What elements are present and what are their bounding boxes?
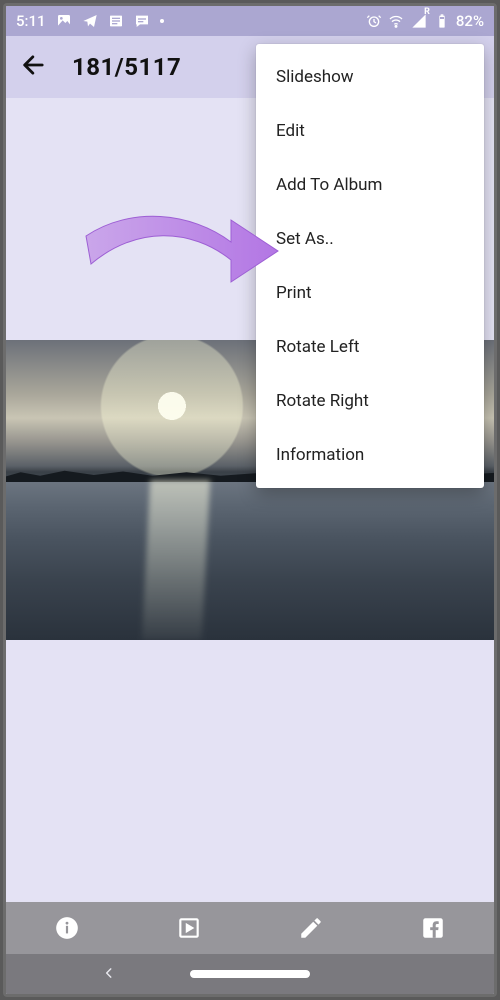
menu-item-information[interactable]: Information: [256, 428, 484, 482]
menu-item-set-as[interactable]: Set As..: [256, 212, 484, 266]
nav-home-pill[interactable]: [190, 970, 310, 978]
info-button[interactable]: [54, 915, 80, 941]
facebook-button[interactable]: [420, 915, 446, 941]
menu-item-print[interactable]: Print: [256, 266, 484, 320]
signal-icon: R: [410, 13, 428, 29]
telegram-icon: [82, 13, 98, 29]
messages-icon: [134, 13, 150, 29]
slideshow-button[interactable]: [176, 915, 202, 941]
device-frame: 5:11 R: [3, 3, 497, 997]
menu-item-add-album[interactable]: Add To Album: [256, 158, 484, 212]
status-time: 5:11: [16, 12, 46, 30]
news-icon: [108, 13, 124, 29]
menu-item-edit[interactable]: Edit: [256, 104, 484, 158]
edit-button[interactable]: [298, 915, 324, 941]
bottom-toolbar: [6, 902, 494, 954]
menu-item-rotate-right[interactable]: Rotate Right: [256, 374, 484, 428]
photo-counter: 181/5117: [72, 53, 181, 81]
battery-percent: 82%: [456, 12, 484, 30]
overflow-menu: Slideshow Edit Add To Album Set As.. Pri…: [256, 44, 484, 488]
battery-icon: [434, 13, 450, 29]
roaming-indicator: R: [424, 7, 430, 17]
image-icon: [56, 13, 72, 29]
alarm-icon: [366, 13, 382, 29]
android-nav-bar: [6, 954, 494, 994]
menu-item-rotate-left[interactable]: Rotate Left: [256, 320, 484, 374]
status-bar: 5:11 R: [6, 6, 494, 36]
nav-back-button[interactable]: [102, 965, 116, 984]
menu-item-slideshow[interactable]: Slideshow: [256, 50, 484, 104]
wifi-icon: [388, 13, 404, 29]
more-notifications-dot: [160, 19, 164, 23]
back-button[interactable]: [20, 51, 48, 83]
